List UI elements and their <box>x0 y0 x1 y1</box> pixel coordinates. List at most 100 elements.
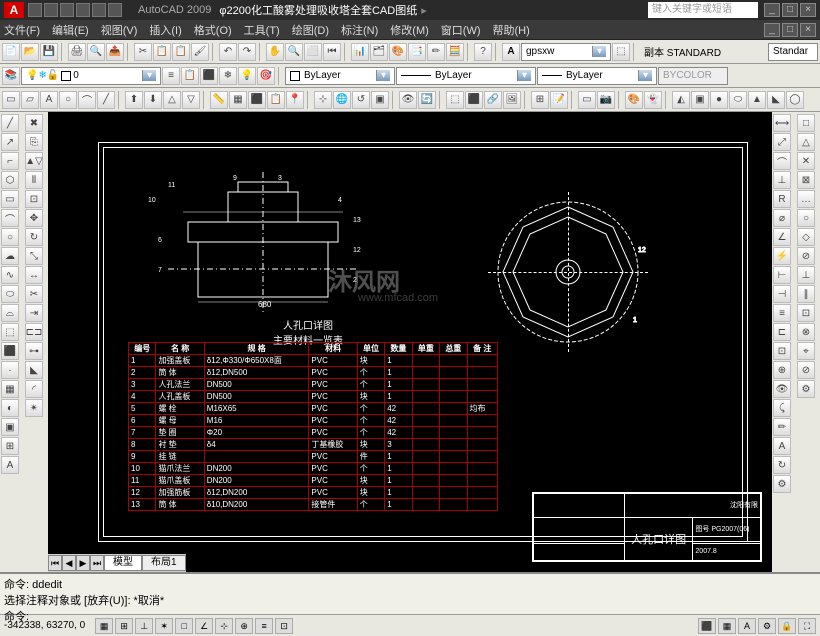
offset-tool-icon[interactable]: ⫴ <box>25 171 43 189</box>
ducs-toggle[interactable]: ⊹ <box>215 618 233 634</box>
dim-angular-icon[interactable]: ∠ <box>773 228 791 246</box>
bring-front-icon[interactable]: ⬆ <box>125 91 143 109</box>
doc-close[interactable]: × <box>800 23 816 37</box>
qat-undo[interactable] <box>76 3 90 17</box>
hatch-tool-icon[interactable]: ▦ <box>1 380 19 398</box>
dim-radius-icon[interactable]: R <box>773 190 791 208</box>
polygon-tool-icon[interactable]: ⬡ <box>1 171 19 189</box>
dim-tedit-icon[interactable]: A <box>773 437 791 455</box>
snap-end-icon[interactable]: □ <box>797 114 815 132</box>
publish-icon[interactable]: 📤 <box>106 43 124 61</box>
grid-toggle[interactable]: ⊞ <box>115 618 133 634</box>
revcloud-tool-icon[interactable]: ☁ <box>1 247 19 265</box>
named-view-icon[interactable]: 📷 <box>597 91 615 109</box>
snap-ins-icon[interactable]: ⊡ <box>797 304 815 322</box>
dist-icon[interactable]: 📏 <box>210 91 228 109</box>
snap-qua-icon[interactable]: ◇ <box>797 228 815 246</box>
layer-state-icon[interactable]: 📋 <box>181 67 199 85</box>
ucs-icon[interactable]: ⊹ <box>314 91 332 109</box>
design-center-icon[interactable]: 🗂 <box>370 43 388 61</box>
tolerance-icon[interactable]: ⊡ <box>773 342 791 360</box>
explode-tool-icon[interactable]: ✴ <box>25 399 43 417</box>
save-icon[interactable]: 💾 <box>40 43 58 61</box>
snap-ext-icon[interactable]: … <box>797 190 815 208</box>
lwt-toggle[interactable]: ≡ <box>255 618 273 634</box>
xref-icon[interactable]: 🔗 <box>484 91 502 109</box>
print-icon[interactable]: 🖨 <box>68 43 86 61</box>
ucs-prev-icon[interactable]: ↺ <box>352 91 370 109</box>
annotation-scale-icon[interactable]: A <box>738 618 756 634</box>
arc-tool-icon[interactable]: ⌒ <box>1 209 19 227</box>
block-tool-icon[interactable]: ⬛ <box>1 342 19 360</box>
minimize-button[interactable]: _ <box>764 3 780 17</box>
qp-toggle[interactable]: ⊡ <box>275 618 293 634</box>
layer-off-icon[interactable]: 💡 <box>238 67 256 85</box>
gradient-tool-icon[interactable]: ◐ <box>1 399 19 417</box>
undo-icon[interactable]: ↶ <box>219 43 237 61</box>
snap-per-icon[interactable]: ⊥ <box>797 266 815 284</box>
dim-diameter-icon[interactable]: ⌀ <box>773 209 791 227</box>
chamfer-tool-icon[interactable]: ◣ <box>25 361 43 379</box>
wedge-icon[interactable]: ◣ <box>767 91 785 109</box>
render-icon[interactable]: 🎨 <box>625 91 643 109</box>
redo-icon[interactable]: ↷ <box>238 43 256 61</box>
color-dropdown[interactable]: ByLayer ▾ <box>285 67 395 85</box>
tab-first-icon[interactable]: ⏮ <box>48 555 62 571</box>
zoom-prev-icon[interactable]: ⏮ <box>323 43 341 61</box>
command-window[interactable]: 命令: ddedit 选择注释对象或 [放弃(U)]: *取消* 命令: <box>0 572 820 614</box>
text-a-icon[interactable]: A <box>502 43 520 61</box>
menu-help[interactable]: 帮助(H) <box>493 22 530 38</box>
region-icon[interactable]: ⬛ <box>248 91 266 109</box>
help-icon[interactable]: ? <box>474 43 492 61</box>
sphere-icon[interactable]: ● <box>710 91 728 109</box>
snap-tan-icon[interactable]: ⊘ <box>797 247 815 265</box>
snap-none-icon[interactable]: ⊘ <box>797 361 815 379</box>
rectangle-tool-icon[interactable]: ▭ <box>1 190 19 208</box>
tab-next-icon[interactable]: ▶ <box>76 555 90 571</box>
lock-ui-icon[interactable]: 🔒 <box>778 618 796 634</box>
model-toggle[interactable]: ⬛ <box>698 618 716 634</box>
sheet-set-icon[interactable]: 📑 <box>408 43 426 61</box>
menu-file[interactable]: 文件(F) <box>4 22 40 38</box>
table-icon[interactable]: ⊞ <box>531 91 549 109</box>
calc-icon[interactable]: 🧮 <box>446 43 464 61</box>
mirror-tool-icon[interactable]: ▲▽ <box>25 152 43 170</box>
list-icon[interactable]: 📋 <box>267 91 285 109</box>
snap-toggle[interactable]: ▦ <box>95 618 113 634</box>
properties-icon[interactable]: 📊 <box>351 43 369 61</box>
quickview-icon[interactable]: ▦ <box>718 618 736 634</box>
array-tool-icon[interactable]: ⊡ <box>25 190 43 208</box>
doc-restore[interactable]: □ <box>782 23 798 37</box>
jog-icon[interactable]: ⤹ <box>773 399 791 417</box>
3dorbit-icon[interactable]: 🔄 <box>418 91 436 109</box>
snap-settings-icon[interactable]: ⚙ <box>797 380 815 398</box>
qat-new[interactable] <box>28 3 42 17</box>
menu-insert[interactable]: 插入(I) <box>149 22 181 38</box>
tab-prev-icon[interactable]: ◀ <box>62 555 76 571</box>
table-tool-icon[interactable]: ⊞ <box>1 437 19 455</box>
menu-format[interactable]: 格式(O) <box>194 22 232 38</box>
arc-icon[interactable]: ⌒ <box>78 91 96 109</box>
menu-modify[interactable]: 修改(M) <box>390 22 429 38</box>
line-tool-icon[interactable]: ╱ <box>1 114 19 132</box>
snap-par-icon[interactable]: ∥ <box>797 285 815 303</box>
xline-tool-icon[interactable]: ↗ <box>1 133 19 151</box>
coordinates[interactable]: -342338, 63270, 0 <box>4 620 85 631</box>
menu-dimension[interactable]: 标注(N) <box>341 22 378 38</box>
copy-tool-icon[interactable]: ⎘ <box>25 133 43 151</box>
tab-layout1[interactable]: 布局1 <box>142 555 186 571</box>
ellipse-tool-icon[interactable]: ⬭ <box>1 285 19 303</box>
snap-mid-icon[interactable]: △ <box>797 133 815 151</box>
doc-minimize[interactable]: _ <box>764 23 780 37</box>
open-icon[interactable]: 📂 <box>21 43 39 61</box>
linetype-dropdown[interactable]: ByLayer ▾ <box>396 67 536 85</box>
make-block-icon[interactable]: ⬛ <box>465 91 483 109</box>
preview-icon[interactable]: 🔍 <box>87 43 105 61</box>
osnap-toggle[interactable]: □ <box>175 618 193 634</box>
menu-edit[interactable]: 编辑(E) <box>52 22 89 38</box>
qat-redo[interactable] <box>92 3 106 17</box>
erase-tool-icon[interactable]: ✖ <box>25 114 43 132</box>
rect-icon[interactable]: ▭ <box>2 91 20 109</box>
snap-app-icon[interactable]: ⊠ <box>797 171 815 189</box>
box-icon[interactable]: ▣ <box>691 91 709 109</box>
